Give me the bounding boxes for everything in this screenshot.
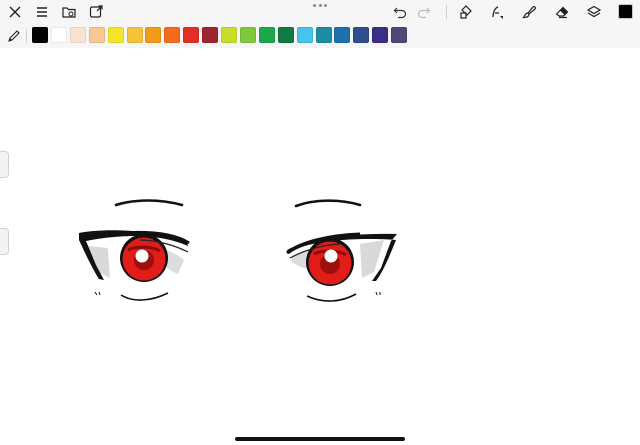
color-swatch[interactable] (391, 27, 408, 43)
left-eye-highlight (135, 249, 149, 263)
color-swatch[interactable] (353, 27, 370, 43)
toolbar-divider (446, 5, 447, 19)
right-eyebrow (294, 199, 362, 208)
right-eye (286, 199, 397, 302)
pencil-icon[interactable] (6, 28, 22, 44)
export-icon[interactable] (87, 3, 105, 21)
home-indicator (235, 437, 405, 441)
palette-divider (26, 29, 27, 43)
adjust-icon[interactable] (488, 3, 506, 21)
color-swatch[interactable] (334, 27, 351, 43)
toolbar-grabber[interactable] (313, 4, 327, 8)
top-toolbar (0, 0, 640, 24)
artwork (79, 199, 397, 302)
color-swatch[interactable] (239, 27, 256, 43)
color-swatch[interactable] (258, 27, 275, 43)
undo-icon[interactable] (391, 3, 409, 21)
left-lower-lid (120, 292, 169, 301)
color-swatch[interactable] (164, 27, 181, 43)
close-icon[interactable] (6, 3, 24, 21)
color-swatch[interactable] (107, 27, 124, 43)
eraser-icon[interactable] (553, 3, 571, 21)
redo-icon[interactable] (415, 3, 433, 21)
layers-icon[interactable] (585, 3, 603, 21)
transform-icon[interactable] (457, 3, 475, 21)
right-eye-highlight (324, 249, 338, 263)
color-swatch[interactable] (372, 27, 389, 43)
color-swatch[interactable] (50, 27, 67, 43)
brush-icon[interactable] (520, 3, 538, 21)
color-palette-bar (0, 24, 640, 48)
right-lower-lid (306, 293, 357, 302)
menu-icon[interactable] (33, 3, 51, 21)
color-swatch[interactable] (32, 27, 48, 43)
current-color-swatch[interactable] (618, 4, 633, 19)
color-swatch[interactable] (221, 27, 237, 43)
color-swatch[interactable] (126, 27, 143, 43)
color-swatch[interactable] (277, 27, 294, 43)
left-eyebrow (114, 199, 184, 207)
color-swatch[interactable] (315, 27, 332, 43)
gallery-icon[interactable] (60, 3, 78, 21)
color-swatch[interactable] (183, 27, 200, 43)
color-swatch[interactable] (88, 27, 105, 43)
color-swatch[interactable] (202, 27, 219, 43)
left-eye (79, 199, 190, 301)
drawing-canvas[interactable] (0, 48, 640, 445)
color-swatch[interactable] (145, 27, 162, 43)
color-swatch[interactable] (296, 27, 313, 43)
color-swatch[interactable] (69, 27, 86, 43)
